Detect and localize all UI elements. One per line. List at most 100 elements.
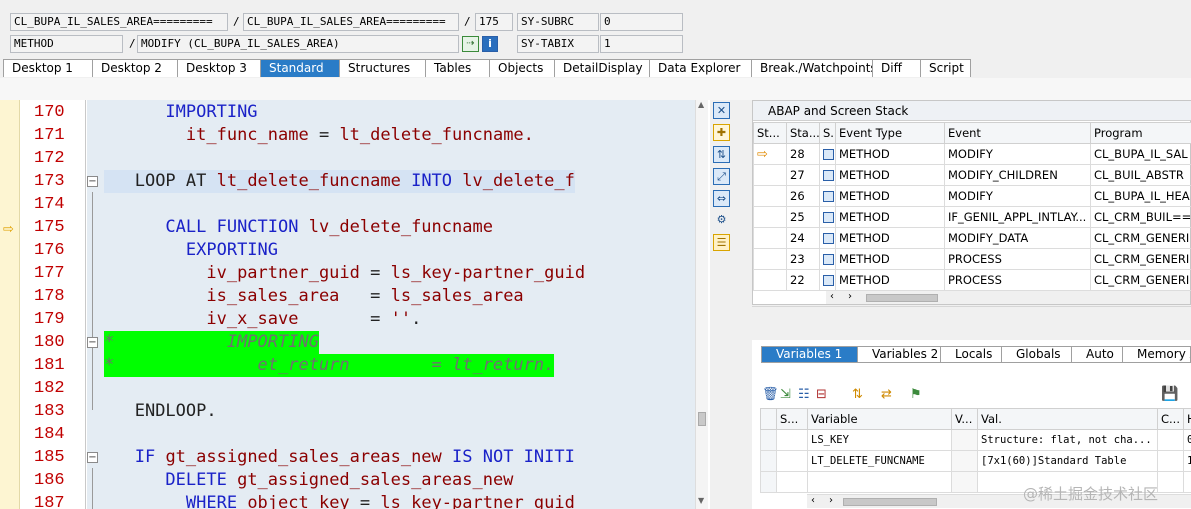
navigate-icon[interactable]: ⇢: [462, 36, 479, 52]
tab-tables[interactable]: Tables: [425, 59, 490, 77]
col-header[interactable]: S...: [776, 408, 808, 430]
code-token: DELETE: [144, 470, 238, 490]
col-header[interactable]: Program: [1090, 122, 1191, 144]
tab-auto[interactable]: Auto: [1071, 346, 1123, 363]
stack-row[interactable]: 26 METHOD MODIFY CL_BUPA_IL_HEA: [753, 185, 1191, 207]
line-number: 172: [34, 149, 65, 168]
maximize-icon[interactable]: ⤢: [713, 168, 730, 185]
stack-event: IF_GENIL_APPL_INTLAY...: [944, 206, 1091, 228]
col-header[interactable]: H: [1183, 408, 1191, 430]
scroll-thumb[interactable]: [843, 498, 937, 506]
code-line[interactable]: 177 iv_partner_guid = ls_key-partner_gui…: [0, 262, 710, 285]
remove-icon[interactable]: ⊟: [816, 387, 827, 402]
scroll-thumb[interactable]: [698, 412, 706, 426]
tab-variables-1[interactable]: Variables 1: [761, 346, 858, 363]
editor-scrollbar[interactable]: ▲ ▼: [695, 100, 708, 509]
delete-icon[interactable]: 🗑: [762, 387, 779, 402]
close-icon[interactable]: ✕: [713, 102, 730, 119]
code-line[interactable]: 172: [0, 147, 710, 170]
code-line[interactable]: 178 is_sales_area = ls_sales_area: [0, 285, 710, 308]
tab-watchpoints[interactable]: Break./Watchpoints: [751, 59, 873, 77]
col-header[interactable]: V...: [951, 408, 978, 430]
scroll-left-icon[interactable]: ‹: [830, 291, 834, 302]
col-header[interactable]: St...: [753, 122, 787, 144]
program-field[interactable]: CL_BUPA_IL_SALES_AREA=========: [10, 13, 228, 31]
stack-row[interactable]: ⇨ 28 METHOD MODIFY CL_BUPA_IL_SAL: [753, 143, 1191, 165]
event-field[interactable]: MODIFY (CL_BUPA_IL_SALES_AREA): [137, 35, 459, 53]
settings-icon[interactable]: ☰: [713, 234, 730, 251]
tab-globals[interactable]: Globals: [1001, 346, 1072, 363]
tab-locals[interactable]: Locals: [940, 346, 1002, 363]
sysvar-value-2[interactable]: 1: [600, 35, 683, 53]
code-line[interactable]: 179 iv_x_save = ''.: [0, 308, 710, 331]
stack-row[interactable]: 23 METHOD PROCESS CL_CRM_GENERI: [753, 248, 1191, 270]
scroll-thumb[interactable]: [866, 294, 938, 302]
line-field[interactable]: 175: [475, 13, 513, 31]
code-line[interactable]: 180 * IMPORTING: [0, 331, 710, 354]
tab-desktop-3[interactable]: Desktop 3: [177, 59, 261, 77]
tab-objects[interactable]: Objects: [489, 59, 555, 77]
code-line[interactable]: 185 IF gt_assigned_sales_areas_new IS NO…: [0, 446, 710, 469]
code-line[interactable]: 187 WHERE object_key = ls_key-partner_gu…: [0, 492, 710, 509]
transfer-icon[interactable]: ⇄: [881, 387, 892, 402]
code-line[interactable]: 181 * et_return = lt_return.: [0, 354, 710, 377]
col-header[interactable]: Variable: [807, 408, 952, 430]
sort-icon[interactable]: ⇅: [852, 387, 863, 402]
source-editor[interactable]: ⇨ − − − 170 IMPORTING 171 it_func_name = …: [0, 100, 710, 509]
code-line[interactable]: 174: [0, 193, 710, 216]
tab-desktop-2[interactable]: Desktop 2: [92, 59, 178, 77]
flag-icon[interactable]: ⚑: [910, 387, 922, 402]
col-header[interactable]: S...: [819, 122, 836, 144]
code-line[interactable]: 182: [0, 377, 710, 400]
panel-splitter[interactable]: [752, 306, 1191, 340]
event-type-field[interactable]: METHOD: [10, 35, 123, 53]
tab-memory[interactable]: Memory A: [1122, 346, 1191, 363]
variable-row[interactable]: LT_DELETE_FUNCNAME [7x1(60)]Standard Tabl…: [760, 450, 1191, 472]
save-icon[interactable]: 💾: [1161, 386, 1178, 402]
tab-data-explorer[interactable]: Data Explorer: [649, 59, 752, 77]
tab-script[interactable]: Script: [920, 59, 971, 77]
code-line[interactable]: 171 it_func_name = lt_delete_funcname.: [0, 124, 710, 147]
code-line[interactable]: 186 DELETE gt_assigned_sales_areas_new: [0, 469, 710, 492]
variable-name[interactable]: LT_DELETE_FUNCNAME: [807, 450, 952, 472]
stack-row[interactable]: 27 METHOD MODIFY_CHILDREN CL_BUIL_ABSTR: [753, 164, 1191, 186]
code-line[interactable]: 184: [0, 423, 710, 446]
scroll-right-icon[interactable]: ›: [848, 291, 852, 302]
stack-hscroll[interactable]: ‹ ›: [826, 290, 1190, 304]
swap-tool-icon[interactable]: ⇅: [713, 146, 730, 163]
scroll-up-icon[interactable]: ▲: [698, 100, 704, 109]
col-header[interactable]: Event Type: [835, 122, 945, 144]
tab-desktop-1[interactable]: Desktop 1: [3, 59, 93, 77]
resize-icon[interactable]: ⇔: [713, 190, 730, 207]
scroll-down-icon[interactable]: ▼: [698, 496, 704, 505]
code-line[interactable]: 170 IMPORTING: [0, 101, 710, 124]
col-header[interactable]: Val.: [977, 408, 1158, 430]
code-line[interactable]: 175 CALL FUNCTION lv_delete_funcname: [0, 216, 710, 239]
tab-variables-2[interactable]: Variables 2: [857, 346, 941, 363]
scroll-right-icon[interactable]: ›: [829, 495, 833, 506]
import-icon[interactable]: ⇲: [780, 387, 791, 402]
col-header[interactable]: Sta...: [786, 122, 820, 144]
info-icon[interactable]: i: [482, 36, 498, 52]
stack-row[interactable]: 22 METHOD PROCESS CL_CRM_GENERI: [753, 269, 1191, 291]
col-header[interactable]: C...: [1157, 408, 1184, 430]
tab-standard[interactable]: Standard: [260, 59, 340, 77]
code-line[interactable]: 183 ENDLOOP.: [0, 400, 710, 423]
include-field[interactable]: CL_BUPA_IL_SALES_AREA=========: [243, 13, 459, 31]
new-tool-icon[interactable]: ✚: [713, 124, 730, 141]
scroll-left-icon[interactable]: ‹: [811, 495, 815, 506]
variable-row[interactable]: LS_KEY Structure: flat, not cha... 0: [760, 429, 1191, 451]
stack-row[interactable]: 24 METHOD MODIFY_DATA CL_CRM_GENERI: [753, 227, 1191, 249]
sysvar-value-1[interactable]: 0: [600, 13, 683, 31]
col-header[interactable]: Event: [944, 122, 1091, 144]
stack-row[interactable]: 25 METHOD IF_GENIL_APPL_INTLAY... CL_CRM_BU…: [753, 206, 1191, 228]
services-icon[interactable]: ⚙: [713, 212, 730, 229]
variable-name[interactable]: LS_KEY: [807, 429, 952, 451]
tab-structures[interactable]: Structures: [339, 59, 426, 77]
list-icon[interactable]: ☷: [798, 387, 810, 402]
tab-detaildisplay[interactable]: DetailDisplay: [554, 59, 650, 77]
code-line[interactable]: 173 LOOP AT lt_delete_funcname INTO lv_d…: [0, 170, 710, 193]
code-line[interactable]: 176 EXPORTING: [0, 239, 710, 262]
tab-diff[interactable]: Diff: [872, 59, 921, 77]
variable-name[interactable]: [807, 471, 952, 493]
